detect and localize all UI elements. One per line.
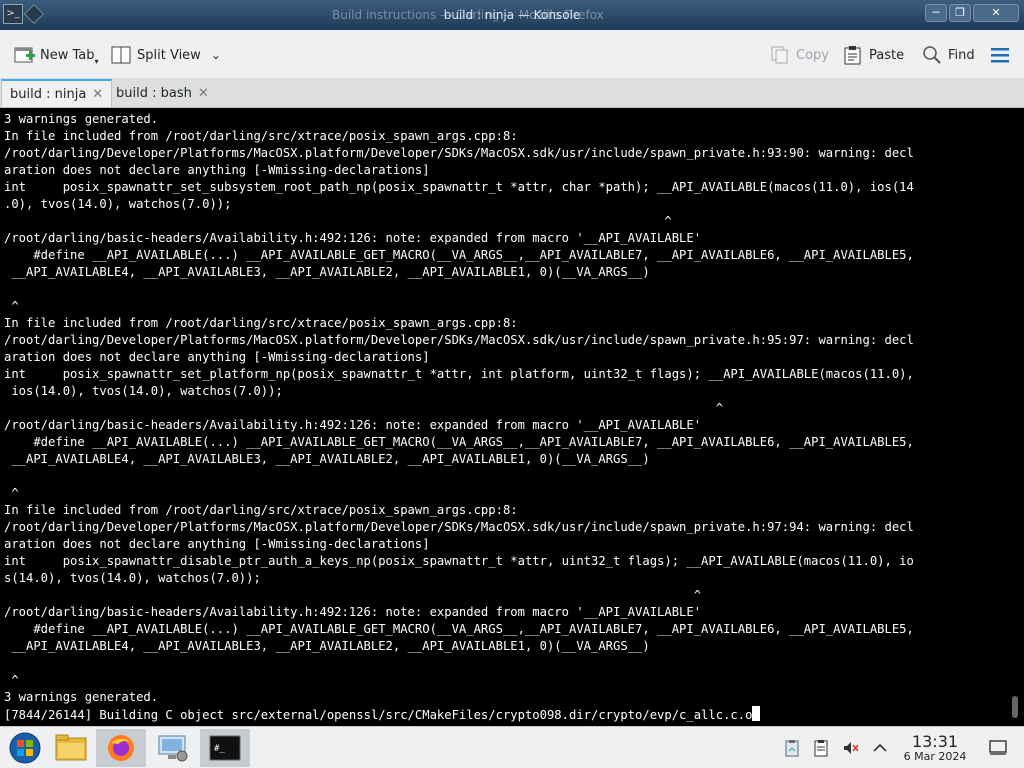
terminal-scrollbar[interactable] [1012, 696, 1018, 718]
terminal-line: int posix_spawnattr_disable_ptr_auth_a_k… [4, 554, 914, 568]
terminal-line: ^ [4, 214, 672, 228]
close-tab-icon[interactable]: ✕ [92, 87, 103, 102]
chevron-down-icon: ⌄ [210, 48, 221, 62]
tab-label: build : bash [116, 85, 192, 101]
taskbar: #_ 13:31 6 Mar 2024 [0, 726, 1024, 768]
split-view-button[interactable]: Split View ⌄ [111, 44, 221, 66]
terminal-line: ^ [4, 486, 19, 500]
terminal-line: .0), tvos(14.0), watchos(7.0)); [4, 197, 232, 211]
konsole-icon: #_ [209, 735, 241, 761]
terminal-line: ^ [4, 401, 724, 415]
taskbar-system-settings[interactable] [148, 729, 198, 767]
clipboard-tray-icon[interactable] [783, 739, 801, 757]
terminal-line: 3 warnings generated. [4, 690, 159, 704]
terminal-line: ios(14.0), tvos(14.0), watchos(7.0)); [4, 384, 283, 398]
svg-text:#_: #_ [214, 744, 225, 754]
terminal-line: int posix_spawnattr_set_subsystem_root_p… [4, 180, 914, 194]
terminal-line: In file included from /root/darling/src/… [4, 503, 518, 517]
system-settings-icon [158, 735, 188, 762]
terminal-line: ^ [4, 588, 702, 602]
tab-build-ninja[interactable]: build : ninja ✕ [1, 79, 113, 107]
notes-tray-icon[interactable] [812, 739, 830, 757]
start-menu-button[interactable] [0, 729, 50, 767]
terminal-cursor [752, 706, 761, 721]
hamburger-menu-button[interactable] [990, 44, 1010, 66]
window-titlebar: >_ Build instructions — Darling — Mozill… [0, 0, 1024, 30]
maximize-button[interactable]: ❐ [949, 4, 971, 22]
terminal-line: ^ [4, 673, 19, 687]
terminal-prompt-line: [7844/26144] Building C object src/exter… [4, 706, 1008, 723]
start-menu-icon [9, 732, 41, 764]
terminal-line: #define __API_AVAILABLE(...) __API_AVAIL… [4, 248, 914, 262]
terminal-line: aration does not declare anything [-Wmis… [4, 537, 430, 551]
new-tab-button[interactable]: New Tab ▾ [14, 44, 99, 66]
terminal-line: int posix_spawnattr_set_platform_np(posi… [4, 367, 914, 381]
terminal-line: /root/darling/Developer/Platforms/MacOSX… [4, 520, 914, 534]
copy-button[interactable]: Copy [770, 44, 829, 66]
find-label: Find [948, 47, 975, 63]
terminal-line: In file included from /root/darling/src/… [4, 316, 518, 330]
find-button[interactable]: Find [922, 44, 975, 66]
search-icon [922, 45, 942, 65]
terminal-lines: 3 warnings generated. In file included fr… [4, 111, 1008, 723]
new-tab-icon [14, 45, 35, 65]
terminal-line: /root/darling/basic-headers/Availability… [4, 418, 702, 432]
terminal-line: ^ [4, 299, 19, 313]
clock-date[interactable]: 6 Mar 2024 [893, 750, 977, 763]
terminal-line: 3 warnings generated. [4, 112, 159, 126]
paste-icon [843, 45, 863, 65]
terminal-line: #define __API_AVAILABLE(...) __API_AVAIL… [4, 622, 914, 636]
terminal-line: /root/darling/Developer/Platforms/MacOSX… [4, 146, 914, 160]
minimize-button[interactable]: ─ [925, 4, 947, 22]
terminal-output[interactable]: 3 warnings generated. In file included fr… [0, 109, 1024, 726]
tab-build-bash[interactable]: build : bash ✕ [108, 79, 217, 107]
terminal-line: aration does not declare anything [-Wmis… [4, 163, 430, 177]
volume-muted-icon[interactable] [842, 739, 860, 757]
tab-bar: build : ninja ✕ build : bash ✕ [0, 78, 1024, 108]
taskbar-konsole[interactable]: #_ [200, 729, 250, 767]
terminal-line: #define __API_AVAILABLE(...) __API_AVAIL… [4, 435, 914, 449]
terminal-line: __API_AVAILABLE4, __API_AVAILABLE3, __AP… [4, 639, 650, 653]
close-button[interactable]: ✕ [973, 4, 1019, 22]
close-tab-icon[interactable]: ✕ [198, 86, 209, 101]
taskbar-firefox[interactable] [96, 729, 146, 767]
toolbar: New Tab ▾ Split View ⌄ Copy Paste Find [0, 30, 1024, 78]
chevron-up-icon[interactable] [871, 739, 889, 757]
file-manager-icon [55, 734, 87, 761]
terminal-line: /root/darling/Developer/Platforms/MacOSX… [4, 333, 914, 347]
copy-label: Copy [796, 47, 829, 63]
new-tab-label: New Tab [40, 47, 95, 63]
terminal-line: In file included from /root/darling/src/… [4, 129, 518, 143]
terminal-line: aration does not declare anything [-Wmis… [4, 350, 430, 364]
firefox-icon [108, 735, 134, 761]
terminal-line: /root/darling/basic-headers/Availability… [4, 231, 702, 245]
terminal-line: s(14.0), tvos(14.0), watchos(7.0)); [4, 571, 261, 585]
window-title: build : ninja — Konsole [443, 8, 581, 22]
taskbar-file-manager[interactable] [46, 729, 96, 767]
paste-label: Paste [869, 47, 905, 63]
terminal-current-line: [7844/26144] Building C object src/exter… [4, 708, 753, 722]
terminal-line: __API_AVAILABLE4, __API_AVAILABLE3, __AP… [4, 265, 650, 279]
split-view-label: Split View [137, 47, 201, 63]
copy-icon [770, 45, 790, 65]
clock-time[interactable]: 13:31 [905, 732, 965, 751]
chevron-down-icon: ▾ [94, 56, 99, 66]
paste-button[interactable]: Paste [843, 44, 904, 66]
hamburger-menu-icon [990, 45, 1010, 65]
terminal-line: __API_AVAILABLE4, __API_AVAILABLE3, __AP… [4, 452, 650, 466]
show-desktop-icon[interactable] [989, 738, 1007, 756]
terminal-line: /root/darling/basic-headers/Availability… [4, 605, 702, 619]
split-view-icon [111, 45, 131, 65]
tab-label: build : ninja [10, 86, 87, 102]
